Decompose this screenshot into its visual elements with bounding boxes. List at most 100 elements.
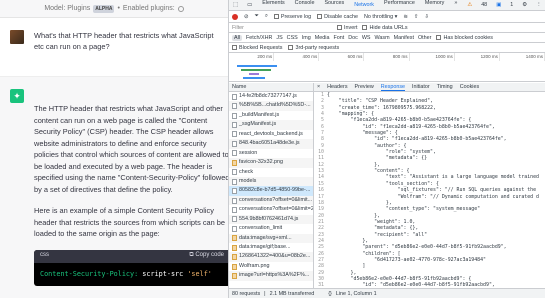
detail-tab-preview[interactable]: Preview xyxy=(355,84,374,90)
request-row[interactable]: _buildManifest.js xyxy=(229,111,313,120)
line-text: "role": "system", xyxy=(327,149,436,156)
line-text: "metadata": {}, xyxy=(327,225,419,232)
blocked-cookies-checkbox[interactable]: Has blocked cookies xyxy=(436,35,493,41)
third-party-checkbox[interactable]: 3rd-party requests xyxy=(288,45,339,51)
request-row[interactable]: conversation_limit xyxy=(229,224,313,233)
request-row[interactable]: check xyxy=(229,168,313,177)
request-row[interactable]: 1268641322=400&u=08b2e... xyxy=(229,252,313,262)
request-row[interactable]: favicon-32x32.png xyxy=(229,158,313,168)
request-row[interactable]: image?url=https%3A%2F%... xyxy=(229,271,313,281)
assistant-message-row: ✦ The HTTP header that restricts what Ja… xyxy=(0,76,228,298)
tab-network[interactable]: Network xyxy=(353,0,376,10)
line-text: }, xyxy=(327,161,380,168)
type-filter-wasm[interactable]: Wasm xyxy=(375,35,390,41)
preserve-log-checkbox[interactable]: Preserve log xyxy=(273,14,311,20)
tab-[interactable]: » xyxy=(453,0,458,10)
line-text: "parent": "d5eb86e2-e0e0-44d7-b8f5-91fb9… xyxy=(327,244,507,251)
type-filter-all[interactable]: All xyxy=(232,34,242,41)
assistant-message: The HTTP header that restricts what Java… xyxy=(34,89,228,298)
more-menu-icon[interactable]: ⋮ xyxy=(536,2,541,8)
code-content: Content-Security-Policy: script-src 'sel… xyxy=(34,263,228,287)
request-list-header[interactable]: Name xyxy=(229,83,313,92)
request-row[interactable]: 80582c8e-b7d5-4850-99be-... xyxy=(229,186,313,196)
request-row[interactable]: react_devtools_backend.js xyxy=(229,130,313,139)
plugin-icon xyxy=(177,5,184,12)
tab-memory[interactable]: Memory xyxy=(424,0,445,10)
detail-tab-timing[interactable]: Timing xyxy=(437,84,453,90)
tab-sources[interactable]: Sources xyxy=(323,0,345,10)
device-toolbar-icon[interactable]: ▭ xyxy=(247,2,252,8)
filter-icon[interactable]: ⏷ xyxy=(255,13,259,20)
filter-input[interactable]: Filter xyxy=(232,25,332,31)
network-timeline[interactable]: 200 ms 400 ms 600 ms 800 ms 1000 ms 1200 ms 14… xyxy=(229,53,545,82)
request-name: 554.9b8bf0762461d74.js xyxy=(239,215,299,222)
type-filter-manifest[interactable]: Manifest xyxy=(394,35,414,41)
warning-icon[interactable]: ⚠ xyxy=(467,2,472,8)
hide-data-urls-label: Hide data URLs xyxy=(369,24,408,31)
request-name: react_devtools_backend.js xyxy=(239,130,303,137)
line-text: "metadata": {} xyxy=(327,155,428,162)
request-row[interactable]: conversations?offset=0&limit=20&is_inst.… xyxy=(229,205,313,214)
alpha-badge: ALPHA xyxy=(93,4,115,13)
tab-console[interactable]: Console xyxy=(294,0,316,10)
document-icon xyxy=(232,150,237,157)
detail-tab-headers[interactable]: Headers xyxy=(327,84,347,90)
type-filter-js[interactable]: JS xyxy=(276,35,282,41)
line-text: ] xyxy=(327,263,366,270)
export-icon[interactable]: ⇩ xyxy=(424,14,429,20)
script-file-icon xyxy=(232,131,237,138)
type-filter-font[interactable]: Font xyxy=(333,35,344,41)
timeline-tick: 600 ms xyxy=(319,53,365,61)
chat-panel: Model: Plugins ALPHA • Enabled plugins: … xyxy=(0,0,228,298)
type-filter-doc[interactable]: Doc xyxy=(348,35,358,41)
type-filter-css[interactable]: CSS xyxy=(287,35,298,41)
request-row[interactable]: _ssgManifest.js xyxy=(229,120,313,130)
request-name: _buildManifest.js xyxy=(239,111,280,118)
image-file-icon xyxy=(232,235,237,242)
request-list: Name 14-fe2fb8dc73277147.js %5B%5B...chat… xyxy=(229,83,314,288)
request-row[interactable]: 14-fe2fb8dc73277147.js xyxy=(229,92,313,101)
request-row[interactable]: Wolfram.png xyxy=(229,262,313,271)
request-row[interactable]: session xyxy=(229,149,313,158)
hide-data-urls-checkbox[interactable]: Hide data URLs xyxy=(362,24,408,31)
record-icon[interactable] xyxy=(232,13,238,20)
disable-cache-label: Disable cache xyxy=(324,13,359,20)
import-icon[interactable]: ⇧ xyxy=(414,14,419,20)
request-name: data:image/gif;base... xyxy=(239,244,291,250)
type-filter-fetchxhr[interactable]: Fetch/XHR xyxy=(246,35,272,41)
request-row[interactable]: data:image/svg+xml... xyxy=(229,233,313,243)
request-row[interactable]: 848.4bac6051a48de3e.js xyxy=(229,139,313,149)
script-file-icon xyxy=(232,216,237,223)
detail-tab-initiator[interactable]: Initiator xyxy=(412,84,430,90)
request-row[interactable]: models xyxy=(229,176,313,187)
detail-tab-response[interactable]: Response xyxy=(380,84,406,91)
request-row[interactable]: data:image/gif;base... xyxy=(229,243,313,252)
tab-elements[interactable]: Elements xyxy=(261,0,285,10)
script-file-icon xyxy=(232,112,237,119)
third-party-label: 3rd-party requests xyxy=(295,44,340,51)
type-filter-img[interactable]: Img xyxy=(302,35,311,41)
copy-code-button[interactable]: ⧉ Copy code xyxy=(189,250,224,262)
type-filter-media[interactable]: Media xyxy=(315,35,330,41)
invert-checkbox[interactable]: Invert xyxy=(337,25,357,31)
settings-gear-icon[interactable]: ⚙ xyxy=(522,2,527,8)
blocked-requests-checkbox[interactable]: Blocked Requests xyxy=(232,45,282,51)
inspect-icon[interactable]: ⬚ xyxy=(233,2,238,8)
search-icon[interactable]: ⌕ xyxy=(265,13,268,20)
close-details-icon[interactable]: × xyxy=(317,84,320,90)
throttling-select[interactable]: No throttling ▾ xyxy=(364,14,397,20)
issues-icon[interactable]: ▣ xyxy=(496,2,501,8)
clear-icon[interactable]: ⊘ xyxy=(244,14,249,20)
disable-cache-checkbox[interactable]: Disable cache xyxy=(317,14,358,20)
type-filter-ws[interactable]: WS xyxy=(362,35,371,41)
detail-tab-cookies[interactable]: Cookies xyxy=(460,84,479,90)
request-row[interactable]: %5B%5B...chatId%5D%5D-... xyxy=(229,101,313,111)
request-row[interactable]: conversations?offset=0&limit... xyxy=(229,195,313,206)
line-text: "message": { xyxy=(327,130,398,137)
tab-performance[interactable]: Performance xyxy=(383,0,416,10)
format-icon[interactable]: {} xyxy=(328,291,332,297)
type-filter-other[interactable]: Other xyxy=(418,35,431,41)
wifi-icon[interactable]: ≋ xyxy=(403,14,408,20)
request-row[interactable]: 554.9b8bf0762461d74.js xyxy=(229,214,313,225)
line-text: "title": "CSP Header Explained", xyxy=(327,98,433,105)
